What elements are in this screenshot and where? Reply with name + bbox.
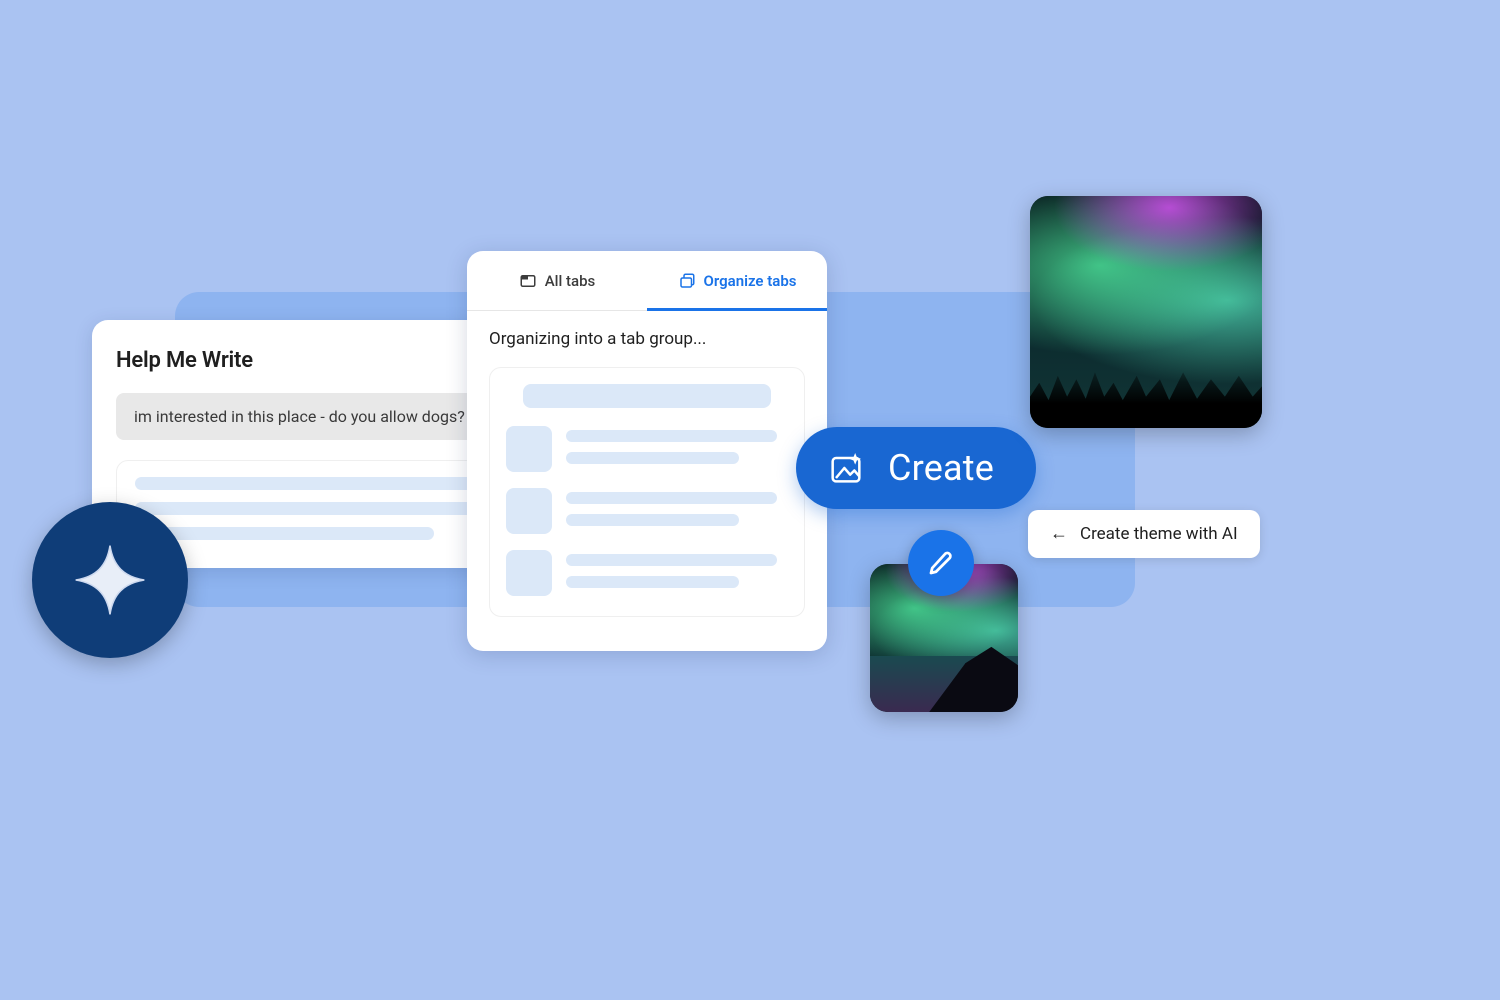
tab-organize-tabs[interactable]: Organize tabs — [647, 251, 827, 310]
tab-organize-tabs-label: Organize tabs — [704, 272, 797, 290]
skeleton-thumb — [506, 550, 552, 596]
skeleton-row — [506, 550, 788, 598]
create-theme-with-ai-button[interactable]: ← Create theme with AI — [1028, 510, 1260, 558]
tab-all-tabs[interactable]: All tabs — [467, 251, 647, 310]
sparkle-icon — [71, 541, 149, 619]
skeleton-thumb — [506, 426, 552, 472]
skeleton-row — [506, 488, 788, 536]
organize-tabs-card: All tabs Organize tabs Organizing into a… — [467, 251, 827, 651]
create-theme-label: Create theme with AI — [1080, 524, 1238, 544]
theme-preview-large — [1030, 196, 1262, 428]
skeleton-header — [523, 384, 771, 408]
create-image-sparkle-icon — [826, 448, 866, 488]
help-me-write-input-text: im interested in this place - do you all… — [134, 407, 465, 426]
tabs-body: Organizing into a tab group... — [467, 311, 827, 617]
tabs-header: All tabs Organize tabs — [467, 251, 827, 311]
organize-icon — [678, 272, 696, 290]
skeleton-thumb — [506, 488, 552, 534]
create-button-label: Create — [888, 447, 994, 489]
arrow-left-icon: ← — [1050, 525, 1068, 543]
pencil-icon — [926, 548, 956, 578]
create-button[interactable]: Create — [796, 427, 1036, 509]
organize-status-text: Organizing into a tab group... — [489, 329, 805, 349]
tab-all-tabs-label: All tabs — [545, 272, 596, 290]
edit-theme-button[interactable] — [908, 530, 974, 596]
tab-group-placeholder — [489, 367, 805, 617]
skeleton-line — [135, 527, 434, 540]
ai-spark-badge — [32, 502, 188, 658]
skeleton-row — [506, 426, 788, 474]
tab-icon — [519, 272, 537, 290]
